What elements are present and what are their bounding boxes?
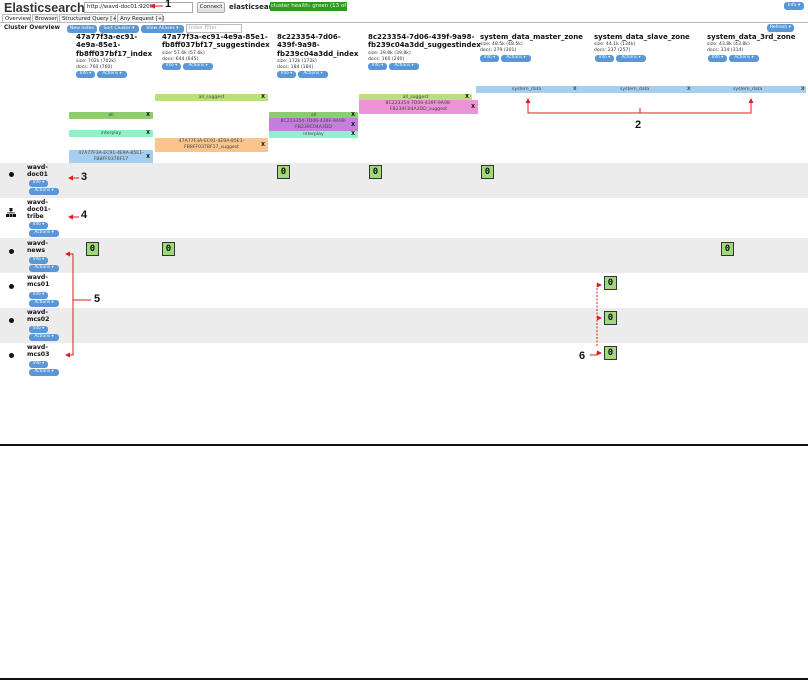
- callout-number: 6: [579, 350, 586, 362]
- callout-number: 5: [94, 293, 101, 305]
- divider-line: [0, 678, 808, 680]
- callout-arrow-6a: [596, 282, 602, 346]
- callout-number: 2: [635, 119, 642, 131]
- callout-number: 3: [81, 171, 88, 183]
- callout-number: 4: [81, 209, 88, 221]
- callout-arrow-5b: [65, 300, 74, 358]
- elasticsearch-head-ui: Elasticsearch http://wavd-doc01:9200/ Co…: [0, 0, 808, 380]
- callout-arrow-2b: [640, 98, 754, 114]
- callout-arrow-5a: [65, 251, 91, 301]
- callout-arrow-6c: [590, 350, 602, 356]
- callout-number: 1: [165, 0, 172, 10]
- annotation-overlay: [65, 3, 754, 358]
- divider-line: [0, 444, 808, 446]
- callout-arrow-2a: [525, 98, 641, 114]
